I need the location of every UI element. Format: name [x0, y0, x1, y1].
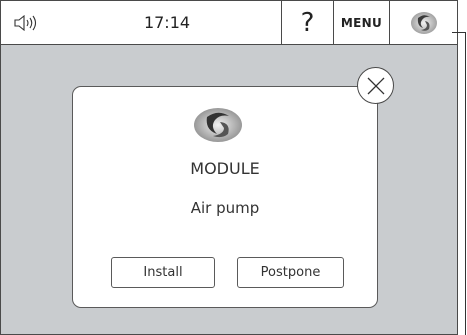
- module-fan-icon: [410, 11, 437, 34]
- callout-line-horizontal: [452, 32, 466, 33]
- device-screen: 17:14 ? MENU MODULE Air pump Install Pos…: [0, 0, 458, 335]
- install-button[interactable]: Install: [111, 257, 215, 288]
- postpone-button[interactable]: Postpone: [237, 257, 344, 288]
- dialog-title: MODULE: [190, 159, 260, 178]
- close-button[interactable]: [357, 67, 394, 104]
- callout-line-vertical: [465, 32, 466, 335]
- clock-time: 17:14: [143, 13, 191, 32]
- module-fan-icon: [194, 108, 242, 142]
- top-bar: 17:14 ? MENU: [1, 1, 457, 45]
- module-dialog: MODULE Air pump Install Postpone: [72, 86, 378, 308]
- dialog-module-name: Air pump: [190, 199, 260, 217]
- speaker-icon: [14, 14, 37, 31]
- sound-button[interactable]: [1, 1, 53, 44]
- module-status-button[interactable]: [389, 1, 457, 44]
- close-icon: [367, 77, 384, 94]
- menu-button[interactable]: MENU: [333, 1, 389, 44]
- dialog-module-icon-wrap: [190, 105, 246, 145]
- help-button[interactable]: ?: [281, 1, 333, 44]
